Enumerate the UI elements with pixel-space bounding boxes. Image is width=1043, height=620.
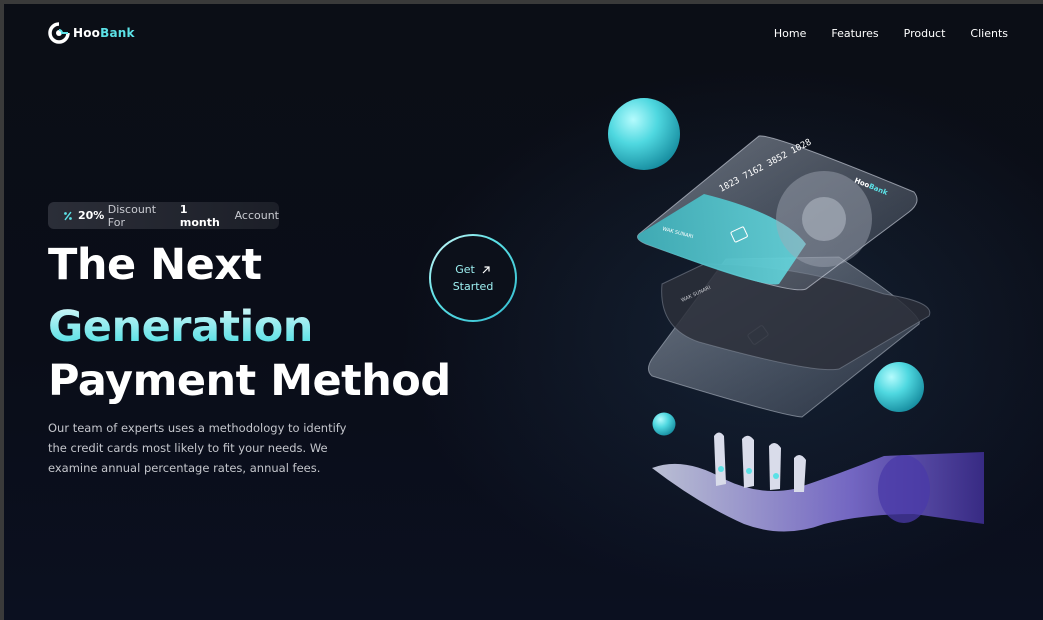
page-frame: HooBank Home Features Product Clients 20…: [0, 0, 1043, 620]
hoobank-logo-icon: [48, 22, 70, 44]
get-started-button[interactable]: Get Started: [429, 234, 517, 322]
hero-title-line2: Generation: [48, 302, 313, 352]
discount-icon: [64, 211, 72, 220]
nav-product[interactable]: Product: [904, 27, 946, 40]
discount-text-after: Account: [234, 209, 279, 222]
discount-badge: 20% Discount For 1 month Account: [48, 202, 279, 229]
nav-links: Home Features Product Clients: [774, 27, 1008, 40]
navbar: HooBank Home Features Product Clients: [48, 18, 1008, 50]
nav-home[interactable]: Home: [774, 27, 806, 40]
logo-text: HooBank: [73, 26, 135, 40]
get-started-line2: Started: [452, 280, 494, 293]
hero-paragraph: Our team of experts uses a methodology t…: [48, 421, 347, 475]
get-started-row: Get: [455, 261, 491, 278]
discount-text-before: Discount For: [107, 202, 157, 229]
nav-features[interactable]: Features: [831, 27, 878, 40]
hero-title-line1: The Next: [48, 240, 262, 290]
robot-hand: [652, 432, 984, 532]
get-started-inner: Get Started: [431, 236, 515, 320]
arrow-up-right-icon: [482, 265, 490, 273]
card-top: 1823 7162 3852 1028 HooBank WAK SUNARI: [637, 135, 918, 291]
nav-clients[interactable]: Clients: [970, 27, 1008, 40]
discount-value: 20%: [77, 209, 105, 222]
discount-highlight: 1 month: [179, 202, 220, 229]
sphere-right: [874, 362, 924, 412]
logo[interactable]: HooBank: [48, 22, 135, 44]
hero-title-line3: Payment Method: [48, 356, 451, 406]
get-started-line1: Get: [455, 263, 475, 276]
sphere-small: [652, 412, 676, 436]
hero-illustration: WAK SUNARI 1823 7162 3852 1028 HooBank W…: [608, 98, 984, 532]
sphere-top: [608, 98, 680, 170]
